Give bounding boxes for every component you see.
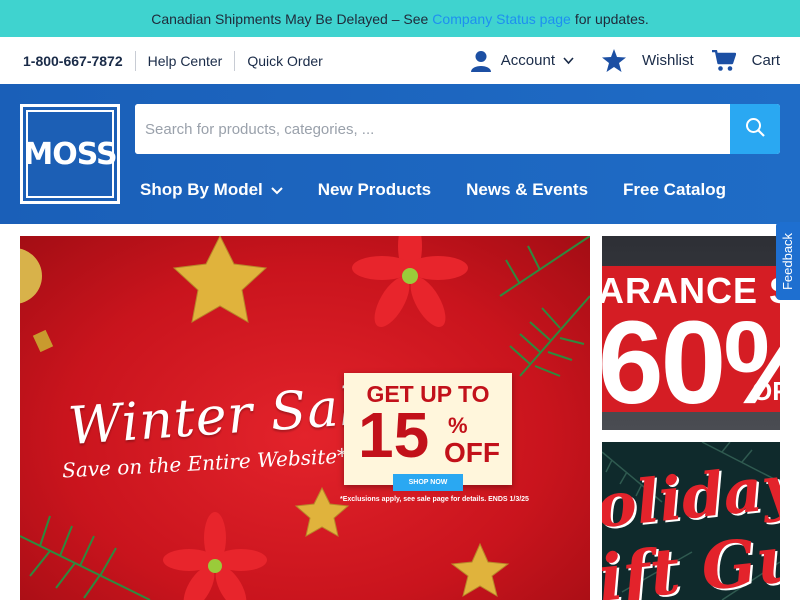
nav-label: New Products [317,180,432,199]
search-bar [135,104,780,154]
user-icon [470,50,492,72]
offer-number: 15 [358,399,430,471]
account-menu[interactable]: Account [470,50,574,72]
winter-sale-banner[interactable]: Winter Sale Save on the Entire Website* … [20,236,590,600]
search-button[interactable] [730,104,780,154]
chevron-down-icon [271,180,283,200]
help-center-link[interactable]: Help Center [148,53,223,69]
company-status-link[interactable]: Company Status page [432,11,571,27]
chevron-down-icon [563,56,574,65]
clearance-sale-banner[interactable]: ARANCE S 60% OF [602,236,780,430]
offer-off: OFF [444,437,500,468]
nav-label: Free Catalog [623,180,727,199]
main-nav: Shop By Model New Products News & Events… [140,180,726,200]
disclaimer-text: *Exclusions apply, see sale page for det… [340,496,529,503]
cart-icon [711,49,736,72]
wishlist-link[interactable]: Wishlist [601,49,694,72]
divider [234,50,236,71]
phone-link[interactable]: 1-800-667-7872 [23,53,123,69]
quick-order-link[interactable]: Quick Order [247,53,322,69]
cart-link[interactable]: Cart [711,49,780,72]
cart-label: Cart [751,52,780,69]
site-header: MOSS Shop By Model New Products News & E… [0,84,800,224]
clearance-tail: OF [752,376,780,406]
nav-label: News & Events [466,180,589,199]
ornament-icon [20,248,42,304]
nav-new-products[interactable]: New Products [318,180,431,200]
nav-label: Shop By Model [140,180,263,199]
moss-logo[interactable]: MOSS [20,104,120,204]
offer-percent: % [448,413,468,438]
wishlist-label: Wishlist [641,52,694,69]
divider [134,50,136,71]
shop-now-button[interactable]: SHOP NOW [393,474,463,491]
star-icon [601,49,626,72]
offer-box: GET UP TO 15 % OFF [344,373,512,485]
account-label: Account [500,52,555,69]
utility-bar: 1-800-667-7872 Help Center Quick Order A… [0,37,800,84]
announcement-suffix: for updates. [574,10,649,27]
search-icon [745,117,765,142]
search-input[interactable] [135,104,730,154]
announcement-bar: Canadian Shipments May Be Delayed – See … [0,0,800,37]
feedback-label: Feedback [780,232,796,290]
feedback-tab[interactable]: Feedback [776,222,800,300]
nav-shop-by-model[interactable]: Shop By Model [140,180,283,200]
logo-text: MOSS [23,136,117,172]
holiday-gift-guide-banner[interactable]: oliday ift Gui [602,442,780,600]
nav-free-catalog[interactable]: Free Catalog [623,180,726,200]
nav-news-events[interactable]: News & Events [466,180,588,200]
announcement-text: Canadian Shipments May Be Delayed – See [151,10,429,27]
